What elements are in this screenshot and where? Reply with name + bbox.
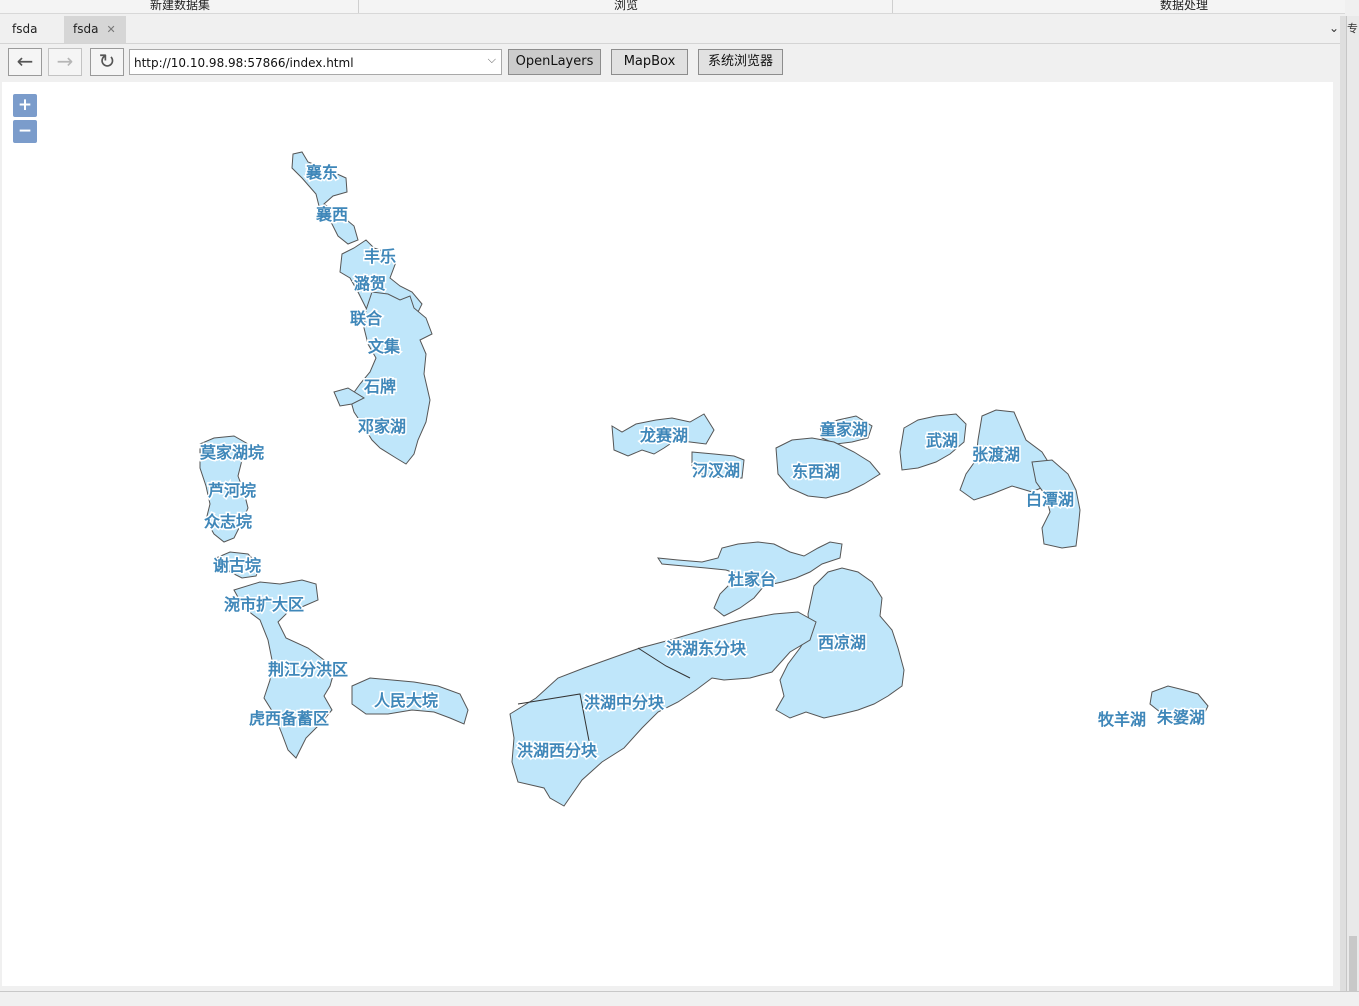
lake-label: 虎西备蓄区 (249, 709, 329, 728)
forward-button[interactable]: → (48, 48, 82, 76)
lake-label: 众志垸 (204, 512, 252, 531)
lake-label: 洪湖中分块 (584, 693, 665, 712)
panel-scrollbar[interactable] (1349, 936, 1357, 991)
refresh-icon: ↻ (98, 49, 116, 73)
lake-label: 莫家湖垸 (199, 443, 264, 462)
lake-label: 洪湖东分块 (666, 639, 747, 658)
right-side-panel: 专 (1346, 16, 1359, 991)
lake-label: 人民大垸 (374, 691, 438, 710)
lake-label: 襄东 (305, 163, 338, 182)
lake-label: 白潭湖 (1026, 490, 1074, 509)
close-icon[interactable]: ✕ (106, 23, 115, 36)
lake-label: 洪湖西分块 (517, 741, 598, 760)
tab-label: fsda (12, 22, 38, 36)
back-button[interactable]: ← (8, 48, 42, 76)
lake-label: 西凉湖 (818, 633, 866, 652)
lake-label: 张渡湖 (972, 445, 1020, 464)
refresh-button[interactable]: ↻ (90, 48, 124, 76)
chevron-down-icon[interactable]: ⌄ (1329, 16, 1339, 41)
lake-label: 童家湖 (820, 420, 868, 439)
panel-title[interactable]: 专 (1347, 20, 1358, 36)
status-bar (0, 991, 1359, 1006)
url-input[interactable] (132, 52, 476, 74)
map-canvas: 襄东 襄西 丰乐 潞贺 联合 文集 石牌 邓家湖 莫家湖垸 芦河垸 众志垸 谢古… (198, 151, 1209, 807)
tab-fsda-2[interactable]: fsda ✕ (64, 16, 126, 43)
lake-label: 文集 (368, 337, 401, 356)
map-viewport[interactable]: + − 襄东 襄西 丰乐 潞贺 联合 文集 石牌 邓家湖 莫家湖垸 芦河垸 众志… (2, 82, 1333, 986)
menu-divider (358, 0, 359, 13)
menu-browse[interactable]: 浏览 (614, 0, 638, 13)
chevron-down-icon[interactable]: ⌵ (488, 53, 496, 67)
lake-label: 涴市扩大区 (224, 595, 304, 614)
lake-label: 龙赛湖 (639, 426, 688, 445)
tab-bar: fsda fsda ✕ ⌄ (0, 16, 1345, 44)
tab-label: fsda (73, 22, 99, 36)
lake-label: 谢古垸 (213, 556, 261, 575)
lake-label: 武湖 (926, 431, 958, 450)
lake-label: 石牌 (363, 377, 396, 396)
menu-new-dataset[interactable]: 新建数据集 (150, 0, 210, 13)
arrow-right-icon: → (56, 49, 74, 73)
menu-divider (892, 0, 893, 13)
lake-label: 潞贺 (354, 274, 386, 293)
menu-data-processing[interactable]: 数据处理 (1160, 0, 1208, 13)
tab-fsda-1[interactable]: fsda (0, 16, 62, 43)
lake-label: 联合 (350, 309, 383, 328)
address-bar[interactable]: ⌵ (129, 49, 502, 75)
system-browser-button[interactable]: 系统浏览器 (698, 49, 783, 75)
lake-label: 杜家台 (728, 570, 776, 589)
openlayers-button[interactable]: OpenLayers (508, 49, 601, 75)
lake-label: 汈汊湖 (692, 461, 740, 480)
lake-label: 丰乐 (364, 247, 396, 266)
browser-toolbar: ← → ↻ ⌵ OpenLayers MapBox 系统浏览器 (0, 44, 1345, 82)
mapbox-button[interactable]: MapBox (611, 49, 688, 75)
lake-label: 牧羊湖 (1098, 710, 1146, 729)
arrow-left-icon: ← (16, 49, 34, 73)
lake-label: 荆江分洪区 (268, 660, 348, 679)
lake-label: 朱婆湖 (1157, 708, 1205, 727)
lake-label: 襄西 (315, 205, 348, 224)
lake-label: 东西湖 (792, 462, 840, 481)
lake-label: 芦河垸 (208, 481, 256, 500)
top-menu-bar: 新建数据集 浏览 数据处理 (0, 0, 1345, 14)
lake-label: 邓家湖 (358, 417, 406, 436)
